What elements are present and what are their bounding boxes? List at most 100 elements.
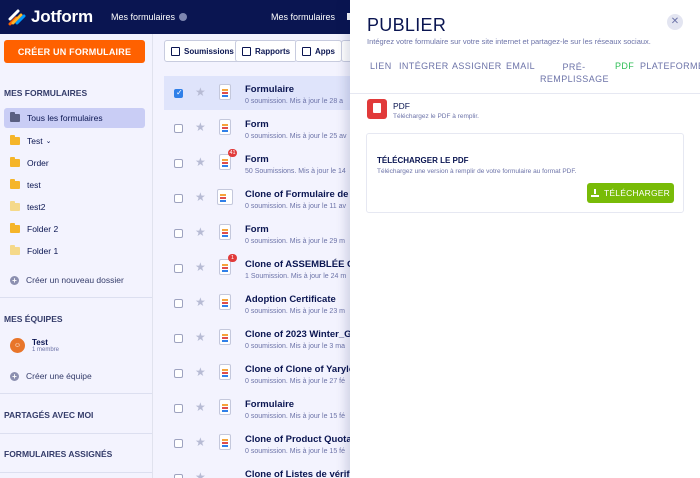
form-title[interactable]: Clone of Product Quotat <box>245 434 355 445</box>
form-title[interactable]: Formulaire <box>245 399 294 410</box>
row-checkbox[interactable] <box>174 264 183 273</box>
sidebar-item-all-forms[interactable]: Tous les formulaires <box>4 108 145 128</box>
form-row[interactable]: ★ Adoption Certificate 0 soumission. Mis… <box>164 286 354 320</box>
apps-button[interactable]: Apps <box>295 40 342 62</box>
form-title[interactable]: Form <box>245 119 269 130</box>
chevron-down-icon[interactable]: ⌄ <box>46 137 52 145</box>
row-checkbox[interactable] <box>174 124 183 133</box>
tab-link[interactable]: LIEN <box>370 61 392 71</box>
star-icon[interactable]: ★ <box>195 85 206 99</box>
star-icon[interactable]: ★ <box>195 365 206 379</box>
shared-with-me-title[interactable]: PARTAGÉS AVEC MOI <box>4 410 93 420</box>
star-icon[interactable]: ★ <box>195 260 206 274</box>
pdf-section-title: PDF <box>393 101 410 111</box>
sidebar-item-label: Folder 2 <box>27 224 59 234</box>
create-folder-label: Créer un nouveau dossier <box>26 275 124 285</box>
sidebar-item-test-folder[interactable]: Test ⌄ <box>4 131 145 151</box>
star-icon[interactable]: ★ <box>195 470 206 478</box>
form-title[interactable]: Adoption Certificate <box>245 294 336 305</box>
form-row[interactable]: ★ Clone of Formulaire de r 0 soumission.… <box>164 181 355 215</box>
form-title[interactable]: Formulaire <box>245 84 294 95</box>
team-members: 1 membre <box>32 346 60 353</box>
sidebar-item-test2-folder[interactable]: test2 <box>4 197 145 217</box>
reports-button[interactable]: Rapports <box>235 40 298 62</box>
download-card-subtitle: Téléchargez une version à remplir de vot… <box>377 168 577 175</box>
form-title[interactable]: Clone of Formulaire de r <box>245 189 355 200</box>
form-row[interactable]: ★ Clone of Product Quotat 0 soumission. … <box>164 426 355 460</box>
assigned-forms-title[interactable]: FORMULAIRES ASSIGNÉS <box>4 449 112 459</box>
sidebar-item-test-lower-folder[interactable]: test <box>4 175 145 195</box>
row-checkbox[interactable] <box>174 229 183 238</box>
form-row[interactable]: ★ Form 0 soumission. Mis à jour le 29 m <box>164 216 354 250</box>
star-icon[interactable]: ★ <box>195 225 206 239</box>
create-team-button[interactable]: + Créer une équipe <box>4 366 145 386</box>
form-icon <box>219 119 231 135</box>
form-icon <box>219 364 231 380</box>
row-checkbox[interactable] <box>174 159 183 168</box>
tab-platforms[interactable]: PLATEFORMES <box>640 61 700 71</box>
close-icon[interactable]: ✕ <box>667 14 683 30</box>
row-checkbox[interactable] <box>174 88 183 98</box>
create-form-button[interactable]: CRÉER UN FORMULAIRE <box>4 40 145 63</box>
row-checkbox[interactable] <box>174 369 183 378</box>
sidebar-item-order-folder[interactable]: Order <box>4 153 145 173</box>
card-form-icon <box>217 189 233 205</box>
form-title[interactable]: Form <box>245 154 269 165</box>
form-meta: 0 soumission. Mis à jour le 23 m <box>245 308 345 315</box>
new-submissions-badge: 41 <box>228 149 237 157</box>
my-forms-section-title: MES FORMULAIRES <box>4 88 88 98</box>
sidebar-divider <box>0 433 152 434</box>
row-checkbox[interactable] <box>174 194 183 203</box>
tab-prefill[interactable]: PRÉ- REMPLISSAGE <box>540 61 609 85</box>
folder-icon <box>10 135 20 145</box>
row-checkbox[interactable] <box>174 299 183 308</box>
form-meta: 50 Soumissions. Mis à jour le 14 <box>245 168 346 175</box>
row-checkbox[interactable] <box>174 439 183 448</box>
form-icon <box>219 84 231 100</box>
star-icon[interactable]: ★ <box>195 155 206 169</box>
form-row[interactable]: ★ Formulaire 0 soumission. Mis à jour le… <box>164 76 354 110</box>
my-forms-nav[interactable]: Mes formulaires <box>111 12 188 22</box>
form-title[interactable]: Clone of Clone of Yarylo <box>245 364 355 375</box>
row-checkbox[interactable] <box>174 404 183 413</box>
teams-section-title: MES ÉQUIPES <box>4 314 63 324</box>
star-icon[interactable]: ★ <box>195 435 206 449</box>
form-title[interactable]: Clone of Listes de vérific <box>245 469 354 478</box>
form-title[interactable]: Clone of ASSEMBLÉE GÉ <box>245 259 361 270</box>
sidebar-item-folder-1[interactable]: Folder 1 <box>4 241 145 261</box>
form-row[interactable]: ★ Form 0 soumission. Mis à jour le 25 av <box>164 111 354 145</box>
sidebar-item-team-test[interactable]: ☺ Test 1 membre <box>4 334 145 356</box>
tab-assign[interactable]: ASSIGNER <box>452 61 502 71</box>
form-row[interactable]: ★ 41 Form 50 Soumissions. Mis à jour le … <box>164 146 354 180</box>
star-icon[interactable]: ★ <box>195 120 206 134</box>
sidebar-item-label: test <box>27 180 41 190</box>
panel-subtitle: Intégrez votre formulaire sur votre site… <box>367 37 651 46</box>
tab-pdf[interactable]: PDF <box>615 61 634 71</box>
form-row[interactable]: ★ 1 Clone of ASSEMBLÉE GÉ 1 Soumission. … <box>164 251 361 285</box>
submissions-button[interactable]: Soumissions <box>164 40 241 62</box>
tab-embed[interactable]: INTÉGRER <box>399 61 449 71</box>
tab-email[interactable]: EMAIL <box>506 61 535 71</box>
my-forms-center-label[interactable]: Mes formulaires <box>271 12 335 22</box>
form-row[interactable]: ★ Clone of Clone of Yarylo 0 soumission.… <box>164 356 355 390</box>
star-icon[interactable]: ★ <box>195 190 206 204</box>
form-row[interactable]: ★ Clone of 2023 Winter_G 0 soumission. M… <box>164 321 354 355</box>
jotform-logo[interactable]: Jotform <box>8 7 93 27</box>
form-row[interactable]: ★ Clone of Listes de vérific <box>164 461 354 478</box>
form-icon <box>219 294 231 310</box>
download-button[interactable]: TÉLÉCHARGER <box>587 183 674 203</box>
row-checkbox[interactable] <box>174 474 183 478</box>
star-icon[interactable]: ★ <box>195 330 206 344</box>
form-title[interactable]: Form <box>245 224 269 235</box>
tabs-divider <box>350 93 700 94</box>
sidebar-item-label: test2 <box>27 202 46 212</box>
form-icon <box>219 224 231 240</box>
form-title[interactable]: Clone of 2023 Winter_G <box>245 329 352 340</box>
star-icon[interactable]: ★ <box>195 295 206 309</box>
folder-icon <box>10 179 20 189</box>
form-row[interactable]: ★ Formulaire 0 soumission. Mis à jour le… <box>164 391 354 425</box>
star-icon[interactable]: ★ <box>195 400 206 414</box>
sidebar-item-folder-2[interactable]: Folder 2 <box>4 219 145 239</box>
create-folder-button[interactable]: + Créer un nouveau dossier <box>4 270 145 290</box>
row-checkbox[interactable] <box>174 334 183 343</box>
